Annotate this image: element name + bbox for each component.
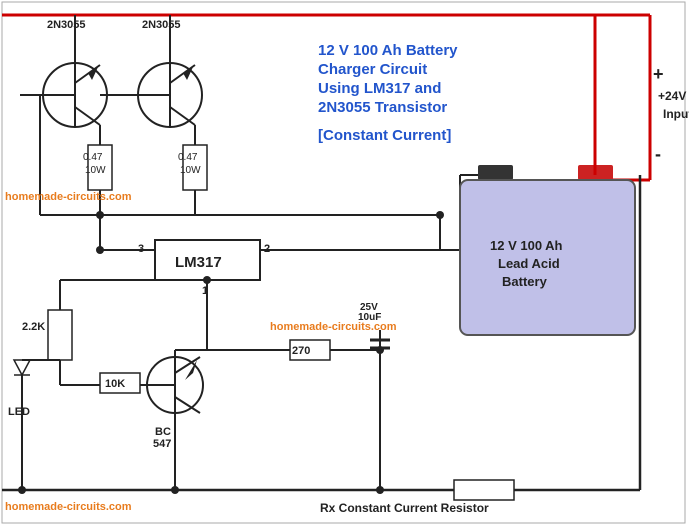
svg-text:2.2K: 2.2K [22, 321, 45, 333]
svg-text:homemade-circuits.com: homemade-circuits.com [270, 321, 397, 333]
svg-text:+24V DC: +24V DC [658, 89, 689, 103]
svg-text:2N3055 Transistor: 2N3055 Transistor [318, 99, 447, 116]
svg-text:homemade-circuits.com: homemade-circuits.com [5, 191, 132, 203]
svg-text:10K: 10K [105, 378, 125, 390]
svg-text:Battery: Battery [502, 274, 548, 289]
svg-text:25V: 25V [360, 302, 378, 313]
svg-text:12 V 100 Ah Battery: 12 V 100 Ah Battery [318, 42, 458, 59]
svg-text:547: 547 [153, 438, 171, 450]
svg-text:0.47: 0.47 [178, 152, 198, 163]
svg-text:-: - [655, 144, 661, 164]
svg-text:10W: 10W [180, 165, 201, 176]
circuit-diagram: + - +24V DC Input [0, 0, 689, 527]
circuit-area: + - +24V DC Input [0, 0, 689, 527]
svg-text:Charger Circuit: Charger Circuit [318, 61, 427, 78]
svg-text:Input: Input [663, 107, 689, 121]
svg-text:[Constant Current]: [Constant Current] [318, 127, 451, 144]
svg-text:Rx Constant Current Resistor: Rx Constant Current Resistor [320, 501, 489, 515]
svg-text:12 V 100 Ah: 12 V 100 Ah [490, 238, 563, 253]
svg-text:Using LM317 and: Using LM317 and [318, 80, 441, 97]
svg-text:10W: 10W [85, 165, 106, 176]
svg-text:0.47: 0.47 [83, 152, 103, 163]
svg-text:270: 270 [292, 345, 310, 357]
svg-text:2N3055: 2N3055 [142, 19, 181, 31]
svg-text:BC: BC [155, 426, 171, 438]
svg-text:Lead Acid: Lead Acid [498, 256, 560, 271]
svg-text:homemade-circuits.com: homemade-circuits.com [5, 501, 132, 513]
main-container: + - +24V DC Input [0, 0, 689, 527]
svg-text:+: + [653, 64, 664, 84]
svg-text:LED: LED [8, 406, 30, 418]
svg-text:2N3055: 2N3055 [47, 19, 86, 31]
svg-text:LM317: LM317 [175, 254, 222, 271]
